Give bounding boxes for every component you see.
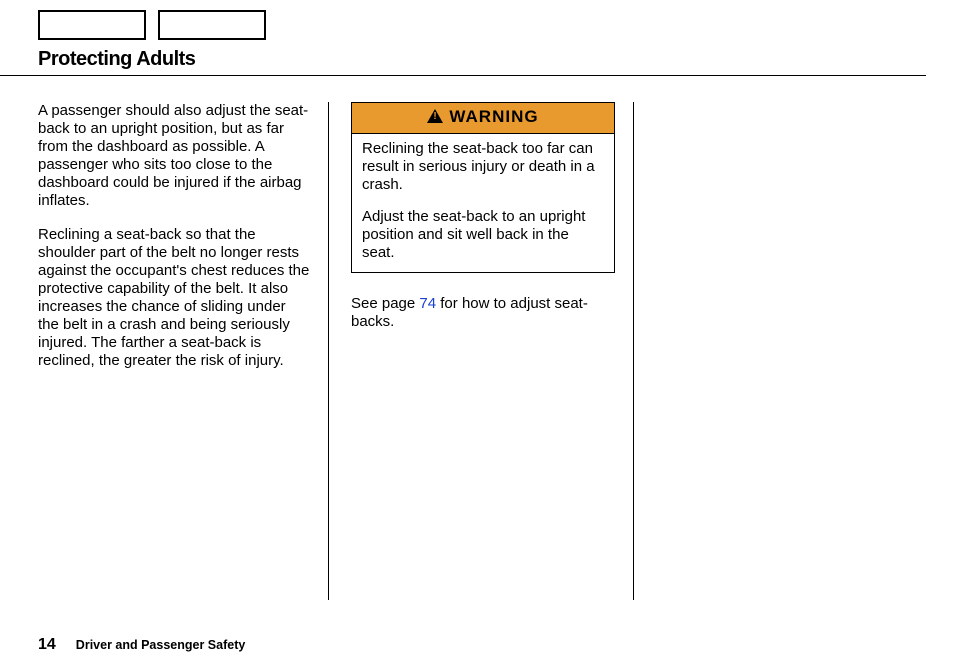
warning-paragraph-1: Reclining the seat-back too far can resu… (362, 140, 604, 194)
page-header: Protecting Adults (0, 40, 926, 76)
warning-paragraph-2: Adjust the seat-back to an upright posit… (362, 208, 604, 262)
footer-section-name: Driver and Passenger Safety (76, 638, 246, 652)
column-divider-2 (633, 102, 634, 600)
warning-triangle-icon (427, 109, 443, 123)
page-number: 14 (38, 636, 56, 654)
placeholder-box-1 (38, 10, 146, 40)
column-divider-1 (328, 102, 329, 600)
warning-body: Reclining the seat-back too far can resu… (352, 134, 614, 272)
body-paragraph-1: A passenger should also adjust the seat-… (38, 102, 310, 210)
warning-box: WARNING Reclining the seat-back too far … (351, 102, 615, 273)
page-link[interactable]: 74 (419, 295, 436, 312)
see-page-pre: See page (351, 295, 419, 312)
warning-header: WARNING (352, 103, 614, 134)
warning-label: WARNING (449, 107, 538, 127)
content-area: A passenger should also adjust the seat-… (0, 76, 954, 600)
left-column: A passenger should also adjust the seat-… (38, 102, 328, 600)
page-title: Protecting Adults (38, 48, 888, 71)
warning-header-text: WARNING (427, 107, 538, 127)
body-paragraph-2: Reclining a seat-back so that the should… (38, 226, 310, 370)
middle-column: WARNING Reclining the seat-back too far … (343, 102, 633, 600)
top-placeholder-boxes (0, 0, 954, 40)
placeholder-box-2 (158, 10, 266, 40)
page-footer: 14 Driver and Passenger Safety (38, 636, 245, 654)
see-page-text: See page 74 for how to adjust seat-backs… (351, 295, 615, 331)
